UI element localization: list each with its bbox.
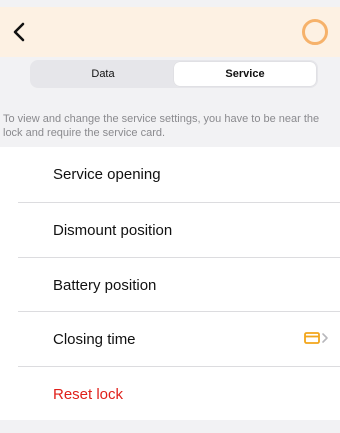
menu-item-reset-lock[interactable]: Reset lock: [0, 367, 340, 421]
menu-item-dismount-position[interactable]: Dismount position: [0, 203, 340, 257]
menu-item-label: Service opening: [53, 165, 161, 183]
menu-item-label: Battery position: [53, 276, 157, 294]
service-menu-list: Service opening Dismount position Batter…: [0, 147, 340, 420]
menu-item-label: Closing time: [53, 330, 136, 348]
menu-item-label: Dismount position: [53, 221, 173, 239]
menu-item-service-opening[interactable]: Service opening: [0, 147, 340, 201]
tab-data[interactable]: Data: [32, 62, 174, 86]
closing-time-accessory: [304, 332, 329, 344]
back-button[interactable]: [8, 20, 30, 44]
ring-icon: [302, 19, 328, 45]
chevron-right-icon: [322, 333, 328, 343]
menu-item-closing-time[interactable]: Closing time: [0, 312, 340, 366]
service-info-text: To view and change the service settings,…: [3, 113, 320, 139]
segmented-control: Data Service: [30, 60, 318, 88]
chevron-left-icon: [13, 22, 25, 42]
menu-item-battery-position[interactable]: Battery position: [0, 258, 340, 312]
header-bar: [0, 7, 340, 57]
tab-service[interactable]: Service: [174, 62, 316, 86]
menu-item-label: Reset lock: [53, 385, 124, 403]
card-icon: [304, 332, 320, 344]
